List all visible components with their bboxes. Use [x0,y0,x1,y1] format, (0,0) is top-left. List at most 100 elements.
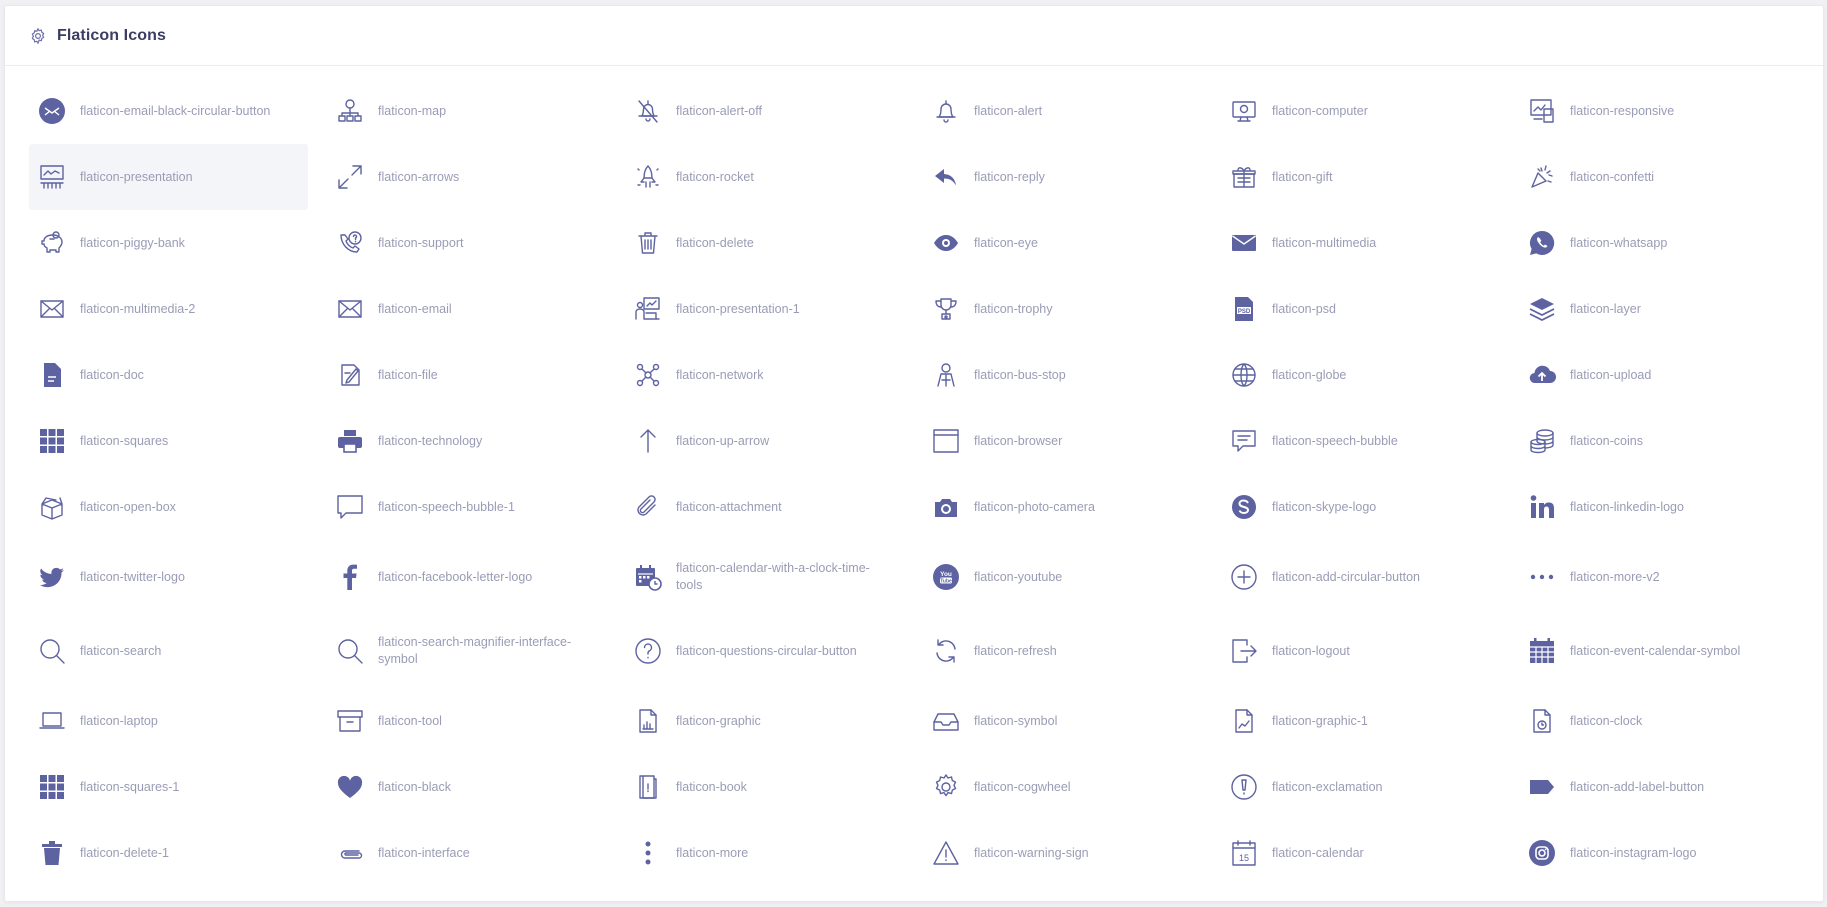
browser-icon [932,427,960,455]
icon-item[interactable]: flaticon-book [625,754,904,820]
presentation-icon [38,163,66,191]
icon-item[interactable]: flaticon-clock [1519,688,1798,754]
icon-item-label: flaticon-tool [378,713,442,728]
icon-item[interactable]: flaticon-up-arrow [625,408,904,474]
icon-item[interactable]: flaticon-coins [1519,408,1798,474]
icon-item[interactable]: flaticon-laptop [29,688,308,754]
icon-item[interactable]: 15 flaticon-calendar [1221,820,1500,886]
icon-item[interactable]: flaticon-doc [29,342,308,408]
icon-item[interactable]: flaticon-more-v2 [1519,540,1798,614]
icon-item[interactable]: flaticon-layer [1519,276,1798,342]
icon-item[interactable]: flaticon-email-black-circular-button [29,78,308,144]
icon-item[interactable]: flaticon-speech-bubble-1 [327,474,606,540]
icon-item[interactable]: flaticon-alert-off [625,78,904,144]
icon-item-label: flaticon-squares-1 [80,779,180,794]
icon-item[interactable]: flaticon-file [327,342,606,408]
icon-item[interactable]: flaticon-graphic-1 [1221,688,1500,754]
icon-item[interactable]: flaticon-calendar-with-a-clock-time-tool… [625,540,904,614]
icon-item[interactable]: PSD flaticon-psd [1221,276,1500,342]
icon-item[interactable]: flaticon-eye [923,210,1202,276]
icon-item-label: flaticon-rocket [676,169,754,184]
icon-item[interactable]: flaticon-network [625,342,904,408]
icon-item[interactable]: flaticon-symbol [923,688,1202,754]
icon-item[interactable]: flaticon-instagram-logo [1519,820,1798,886]
icon-item-label: flaticon-piggy-bank [80,235,185,250]
icon-item[interactable]: flaticon-technology [327,408,606,474]
icon-item-label: flaticon-speech-bubble-1 [378,499,515,514]
icon-item-label: flaticon-reply [974,169,1045,184]
icon-item[interactable]: flaticon-multimedia [1221,210,1500,276]
cloud-upload-icon [1528,361,1556,389]
icon-item[interactable]: flaticon-reply [923,144,1202,210]
icon-item[interactable]: flaticon-graphic [625,688,904,754]
icon-item[interactable]: flaticon-arrows [327,144,606,210]
label-tag-icon [1528,773,1556,801]
icon-item-label: flaticon-psd [1272,301,1336,316]
icon-item-label: flaticon-youtube [974,569,1063,584]
icon-item[interactable]: flaticon-questions-circular-button [625,614,904,688]
icon-item[interactable]: flaticon-presentation [29,144,308,210]
icon-item[interactable]: flaticon-twitter-logo [29,540,308,614]
icon-item[interactable]: You Tube flaticon-youtube [923,540,1202,614]
icon-item[interactable]: flaticon-email [327,276,606,342]
icon-item-label: flaticon-alert-off [676,103,762,118]
icon-item[interactable]: flaticon-confetti [1519,144,1798,210]
icon-item[interactable]: flaticon-refresh [923,614,1202,688]
icon-item-label: flaticon-attachment [676,499,782,514]
icon-item[interactable]: flaticon-presentation-1 [625,276,904,342]
icon-item[interactable]: flaticon-facebook-letter-logo [327,540,606,614]
icon-item[interactable]: flaticon-browser [923,408,1202,474]
icon-item[interactable]: flaticon-whatsapp [1519,210,1798,276]
icon-item[interactable]: flaticon-event-calendar-symbol [1519,614,1798,688]
icon-item[interactable]: flaticon-rocket [625,144,904,210]
icon-item-label: flaticon-cogwheel [974,779,1071,794]
skype-icon [1230,493,1258,521]
icon-item-label: flaticon-open-box [80,499,176,514]
icon-item[interactable]: flaticon-open-box [29,474,308,540]
icon-item[interactable]: flaticon-computer [1221,78,1500,144]
icon-item[interactable]: flaticon-more [625,820,904,886]
icon-item[interactable]: flaticon-delete [625,210,904,276]
icon-item[interactable]: flaticon-globe [1221,342,1500,408]
instagram-icon [1528,839,1556,867]
rocket-icon [634,163,662,191]
icon-item[interactable]: flaticon-map [327,78,606,144]
icon-item-label: flaticon-arrows [378,169,460,184]
file-clock-icon [1528,707,1556,735]
icon-item[interactable]: flaticon-trophy [923,276,1202,342]
globe-icon [1230,361,1258,389]
icon-item[interactable]: flaticon-add-circular-button [1221,540,1500,614]
icon-item[interactable]: flaticon-warning-sign [923,820,1202,886]
map-icon [336,97,364,125]
icon-item[interactable]: flaticon-squares [29,408,308,474]
icon-item[interactable]: flaticon-support [327,210,606,276]
icon-item[interactable]: flaticon-skype-logo [1221,474,1500,540]
icon-item[interactable]: flaticon-add-label-button [1519,754,1798,820]
icon-item[interactable]: flaticon-delete-1 [29,820,308,886]
icon-item[interactable]: flaticon-alert [923,78,1202,144]
icon-item[interactable]: flaticon-black [327,754,606,820]
icon-item-label: flaticon-calendar-with-a-clock-time-tool… [676,561,870,592]
icon-item[interactable]: flaticon-responsive [1519,78,1798,144]
cog-icon [932,773,960,801]
icon-item[interactable]: flaticon-upload [1519,342,1798,408]
icon-item[interactable]: flaticon-gift [1221,144,1500,210]
icon-item[interactable]: flaticon-photo-camera [923,474,1202,540]
icon-item[interactable]: flaticon-logout [1221,614,1500,688]
icon-item[interactable]: flaticon-search [29,614,308,688]
icon-item[interactable]: flaticon-piggy-bank [29,210,308,276]
icon-item[interactable]: flaticon-bus-stop [923,342,1202,408]
icon-item-label: flaticon-search-magnifier-interface-symb… [378,635,572,666]
grid-squares-icon [38,773,66,801]
icon-item[interactable]: flaticon-interface [327,820,606,886]
icon-item[interactable]: flaticon-speech-bubble [1221,408,1500,474]
icon-item[interactable]: flaticon-attachment [625,474,904,540]
icon-item[interactable]: flaticon-multimedia-2 [29,276,308,342]
icon-item[interactable]: flaticon-exclamation [1221,754,1500,820]
icon-item[interactable]: flaticon-squares-1 [29,754,308,820]
icon-item[interactable]: flaticon-cogwheel [923,754,1202,820]
search-icon [38,637,66,665]
icon-item[interactable]: flaticon-search-magnifier-interface-symb… [327,614,606,688]
icon-item[interactable]: flaticon-linkedin-logo [1519,474,1798,540]
icon-item[interactable]: flaticon-tool [327,688,606,754]
